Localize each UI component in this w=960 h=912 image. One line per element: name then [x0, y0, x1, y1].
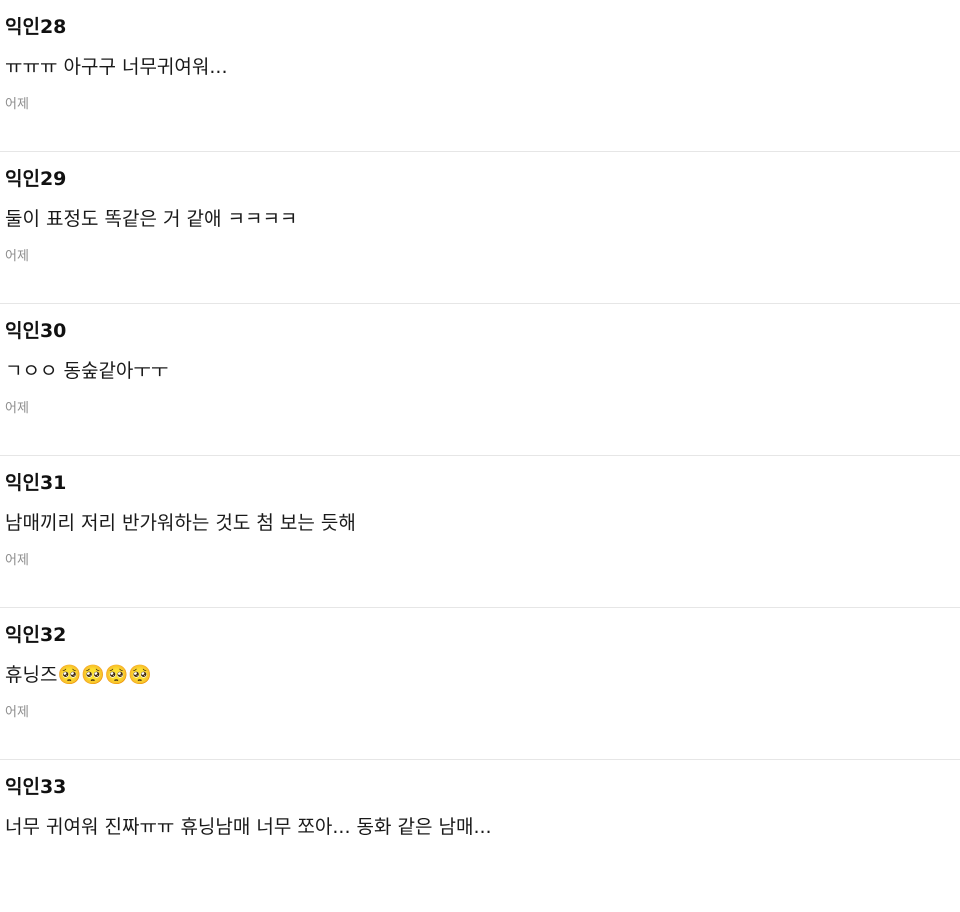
comment-item: 익인28 ㅠㅠㅠ 아구구 너무귀여워... 어제 — [0, 0, 960, 152]
comment-timestamp: 어제 — [5, 249, 29, 264]
comment-author[interactable]: 익인32 — [5, 620, 960, 650]
comment-author[interactable]: 익인28 — [5, 12, 960, 42]
comment-timestamp: 어제 — [5, 553, 29, 568]
comment-text: 남매끼리 저리 반가워하는 것도 첨 보는 듯해 — [5, 512, 356, 534]
comment-author[interactable]: 익인33 — [5, 772, 960, 802]
comment-item: 익인30 ㄱㅇㅇ 동숲같아ㅜㅜ 어제 — [0, 304, 960, 456]
comment-author[interactable]: 익인30 — [5, 316, 960, 346]
comment-list: 익인28 ㅠㅠㅠ 아구구 너무귀여워... 어제 익인29 둘이 표정도 똑같은… — [0, 0, 960, 912]
comment-text: 휴닝즈🥺🥺🥺🥺 — [5, 664, 153, 686]
comment-author[interactable]: 익인29 — [5, 164, 960, 194]
comment-text: ㄱㅇㅇ 동숲같아ㅜㅜ — [5, 360, 169, 382]
comment-text: 너무 귀여워 진짜ㅠㅠ 휴닝남매 너무 쪼아... 동화 같은 남매... — [5, 816, 492, 838]
comment-text: 둘이 표정도 똑같은 거 같애 ㅋㅋㅋㅋ — [5, 208, 298, 230]
comment-item: 익인29 둘이 표정도 똑같은 거 같애 ㅋㅋㅋㅋ 어제 — [0, 152, 960, 304]
comment-text: ㅠㅠㅠ 아구구 너무귀여워... — [5, 56, 228, 78]
comment-item: 익인31 남매끼리 저리 반가워하는 것도 첨 보는 듯해 어제 — [0, 456, 960, 608]
comment-timestamp: 어제 — [5, 401, 29, 416]
comment-item: 익인32 휴닝즈🥺🥺🥺🥺 어제 — [0, 608, 960, 760]
comment-timestamp: 어제 — [5, 705, 29, 720]
comment-author[interactable]: 익인31 — [5, 468, 960, 498]
comment-item: 익인33 너무 귀여워 진짜ㅠㅠ 휴닝남매 너무 쪼아... 동화 같은 남매.… — [0, 760, 960, 912]
comment-timestamp: 어제 — [5, 97, 29, 112]
